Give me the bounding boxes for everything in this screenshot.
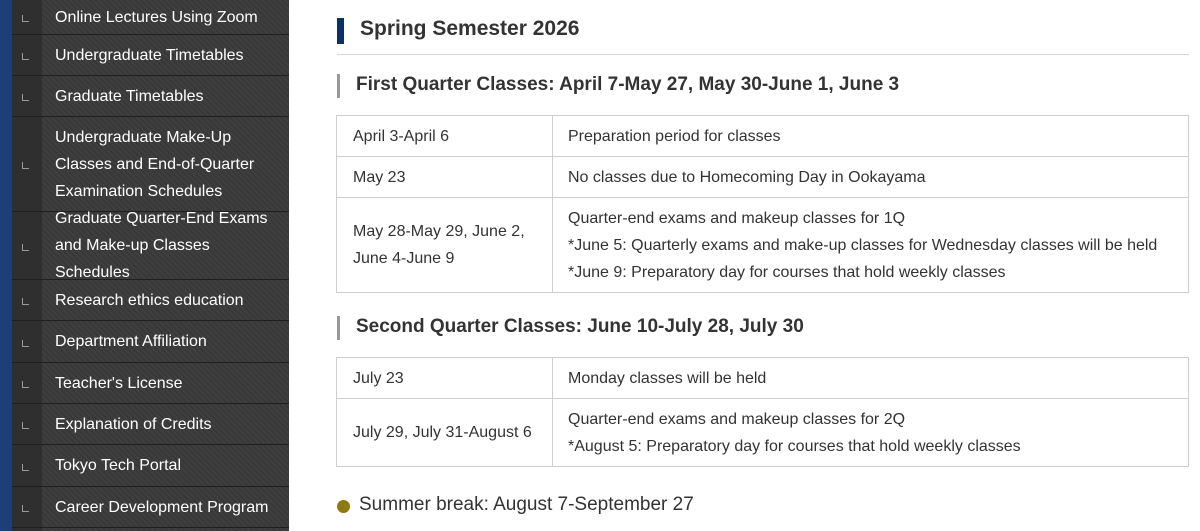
sidebar-item-teachers-license[interactable]: Teacher's License: [12, 363, 289, 404]
description-line: Preparation period for classes: [568, 127, 781, 145]
table-cell-date: July 29, July 31-August 6: [336, 398, 553, 467]
sidebar-item-label: Department Affiliation: [55, 333, 207, 350]
description-line: Quarter-end exams and makeup classes for…: [568, 410, 906, 428]
sidebar-item-label: Research ethics education: [55, 291, 244, 309]
subheading-accent-bar: [337, 316, 340, 340]
sidebar-item-career[interactable]: Career Development Program: [12, 487, 289, 528]
sidebar-item-research-ethics[interactable]: Research ethics education: [12, 280, 289, 321]
table-row: April 3-April 6 Preparation period for c…: [336, 115, 1189, 157]
bullet-icon: [22, 15, 29, 22]
sidebar-item-online-lectures[interactable]: Online Lectures Using Zoom: [12, 0, 289, 35]
table-row: July 23 Monday classes will be held: [336, 357, 1189, 399]
second-quarter-table: July 23 Monday classes will be held July…: [336, 357, 1189, 467]
description-line: *June 9: Preparatory day for courses tha…: [568, 263, 1006, 281]
heading-accent-bar: [337, 18, 344, 44]
sidebar-item-credits[interactable]: Explanation of Credits: [12, 404, 289, 445]
bullet-icon: [22, 505, 29, 512]
bullet-icon: [22, 162, 29, 169]
bullet-icon: [22, 339, 29, 347]
date-line: June 4-June 9: [353, 250, 455, 267]
bullet-icon: [22, 422, 29, 429]
sidebar-item-graduate-timetables[interactable]: Graduate Timetables: [12, 76, 289, 117]
sidebar-item-undergraduate-timetables[interactable]: Undergraduate Timetables: [12, 35, 289, 76]
subheading-accent-bar: [337, 74, 340, 98]
table-cell-description: Preparation period for classes: [552, 115, 1189, 157]
description-line: Monday classes will be held: [568, 369, 767, 387]
sidebar-item-graduate-exams[interactable]: Graduate Quarter-End Exams and Make-up C…: [12, 210, 289, 281]
sidebar-item-label: Graduate Timetables: [55, 87, 204, 105]
bullet-icon: [22, 381, 29, 388]
sidebar-item-label: Tokyo Tech Portal: [55, 457, 181, 474]
table-cell-description: Monday classes will be held: [552, 357, 1189, 399]
description-line: *June 5: Quarterly exams and make-up cla…: [568, 236, 1158, 254]
sidebar-accent-stripe: [0, 0, 12, 531]
table-cell-description: Quarter-end exams and makeup classes for…: [552, 197, 1189, 293]
description-line: No classes due to Homecoming Day in Ooka…: [568, 168, 926, 186]
page-title: Spring Semester 2026: [360, 17, 580, 40]
sidebar-item-department-affiliation[interactable]: Department Affiliation: [12, 321, 289, 363]
first-quarter-table: April 3-April 6 Preparation period for c…: [336, 115, 1189, 293]
table-row: May 23 No classes due to Homecoming Day …: [336, 156, 1189, 198]
date-line: May 28-May 29, June 2,: [353, 223, 525, 240]
sidebar-item-portal[interactable]: Tokyo Tech Portal: [12, 445, 289, 487]
sidebar-item-label: Online Lectures Using Zoom: [55, 8, 258, 26]
description-line: *August 5: Preparatory day for courses t…: [568, 437, 1021, 455]
sidebar-item-label: Graduate Quarter-End Exams and Make-up C…: [55, 210, 268, 281]
sidebar-item-undergraduate-makeup[interactable]: Undergraduate Make-Up Classes and End-of…: [12, 117, 289, 212]
table-cell-date: May 23: [336, 156, 553, 198]
bullet-icon: [22, 298, 29, 305]
first-quarter-title: First Quarter Classes: April 7-May 27, M…: [356, 74, 900, 95]
sidebar-item-label: Undergraduate Make-Up Classes and End-of…: [55, 128, 255, 200]
sidebar-nav: Online Lectures Using Zoom Undergraduate…: [0, 0, 289, 531]
description-line: Quarter-end exams and makeup classes for…: [568, 209, 906, 227]
second-quarter-title: Second Quarter Classes: June 10-July 28,…: [356, 316, 804, 337]
bullet-dot-icon: [337, 500, 350, 513]
table-cell-description: No classes due to Homecoming Day in Ooka…: [552, 156, 1189, 198]
bullet-icon: [22, 243, 29, 251]
table-cell-date: April 3-April 6: [336, 115, 553, 157]
sidebar-item-label: Explanation of Credits: [55, 415, 212, 433]
bullet-icon: [22, 94, 29, 101]
summer-break-text: Summer break: August 7-September 27: [359, 494, 694, 515]
sidebar-item-label: Career Development Program: [55, 498, 269, 516]
table-cell-description: Quarter-end exams and makeup classes for…: [552, 398, 1189, 467]
table-cell-date: July 23: [336, 357, 553, 399]
sidebar-item-label: Teacher's License: [55, 374, 183, 392]
table-cell-date: May 28-May 29, June 2, June 4-June 9: [336, 197, 553, 293]
bullet-icon: [22, 463, 29, 471]
table-row: July 29, July 31-August 6 Quarter-end ex…: [336, 398, 1189, 467]
bullet-icon: [22, 53, 29, 60]
divider: [337, 54, 1189, 55]
table-row: May 28-May 29, June 2, June 4-June 9 Qua…: [336, 197, 1189, 293]
sidebar-item-label: Undergraduate Timetables: [55, 46, 244, 64]
